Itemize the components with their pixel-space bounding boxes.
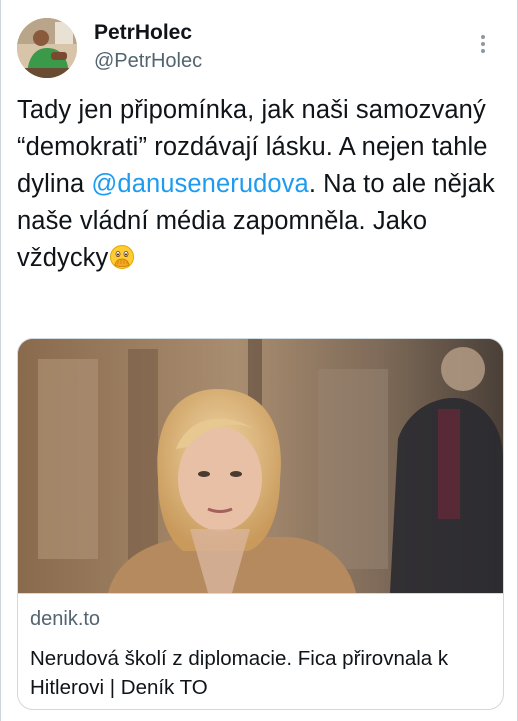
tweet-text: Tady jen připomínka, jak naši samozvaný … — [17, 92, 503, 277]
author-names: PetrHolec @PetrHolec — [94, 20, 202, 74]
card-footer: denik.to Nerudová školí z diplomacie. Fi… — [18, 593, 503, 709]
tweet-frame: PetrHolec @PetrHolec Tady jen připomínka… — [0, 0, 518, 721]
tweet-header: PetrHolec @PetrHolec — [17, 14, 501, 80]
mention-link[interactable]: @danusenerudova — [91, 170, 308, 198]
more-options-icon[interactable] — [473, 32, 493, 58]
author-handle[interactable]: @PetrHolec — [94, 48, 202, 74]
author-display-name[interactable]: PetrHolec — [94, 20, 202, 46]
link-card[interactable]: denik.to Nerudová školí z diplomacie. Fi… — [17, 338, 504, 710]
card-image — [18, 339, 503, 593]
card-title[interactable]: Nerudová školí z diplomacie. Fica přirov… — [30, 644, 492, 702]
author-avatar[interactable] — [17, 18, 77, 78]
hand-over-mouth-emoji-icon — [109, 244, 135, 270]
card-domain: denik.to — [30, 608, 101, 630]
